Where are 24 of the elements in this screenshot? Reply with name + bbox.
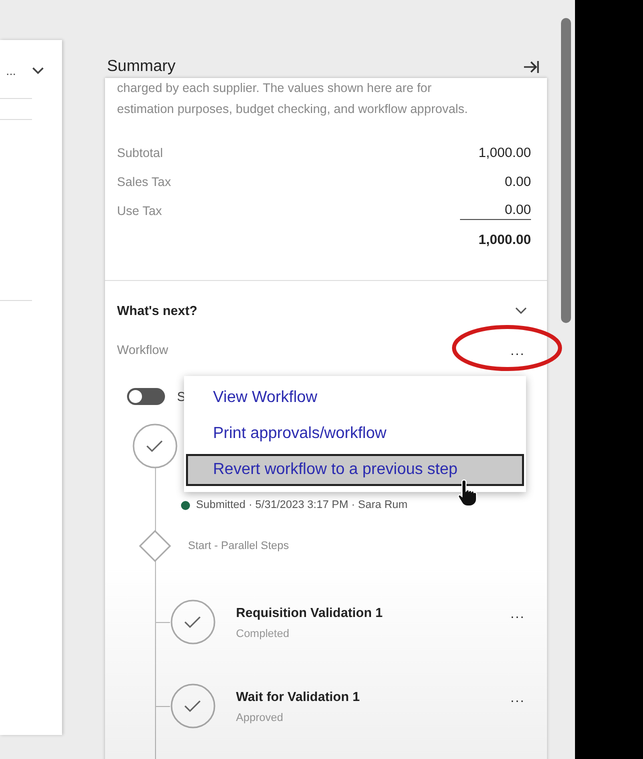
total-label: Sales Tax: [117, 174, 171, 188]
status-text: Submitted · 5/31/2023 3:17 PM · Sara Rum: [196, 499, 408, 511]
section-title: What's next?: [117, 303, 198, 318]
total-value: 1,000.00: [478, 145, 531, 160]
step-title: Wait for Validation 1: [236, 688, 361, 704]
grand-total-value: 1,000.00: [478, 232, 531, 247]
total-label: Subtotal: [117, 146, 163, 160]
description-text: charged by each supplier. The values shown here are for estimation purposes, budget checking, and workflow approvals.: [117, 80, 469, 118]
menu-item[interactable]: View Workflow: [184, 382, 526, 414]
more-button[interactable]: ...: [502, 689, 533, 705]
more-button[interactable]: ...: [502, 605, 533, 621]
panel-title: Summary: [107, 58, 176, 76]
more-button[interactable]: ...: [502, 342, 533, 358]
total-value: 0.00: [504, 174, 531, 189]
step-status: Approved: [236, 712, 284, 724]
menu-item[interactable]: Revert workflow to a previous step: [186, 454, 524, 486]
field-value: ...: [6, 64, 16, 78]
workflow-label: Workflow: [117, 343, 168, 357]
step-title: Requisition Validation 1: [236, 604, 384, 620]
menu-item[interactable]: Print approvals/workflow: [184, 418, 526, 450]
step-title: Start - Parallel Steps: [188, 540, 289, 552]
total-value: 0.00: [460, 202, 531, 220]
total-label: Use Tax: [117, 204, 162, 218]
step-status: Completed: [236, 628, 290, 640]
